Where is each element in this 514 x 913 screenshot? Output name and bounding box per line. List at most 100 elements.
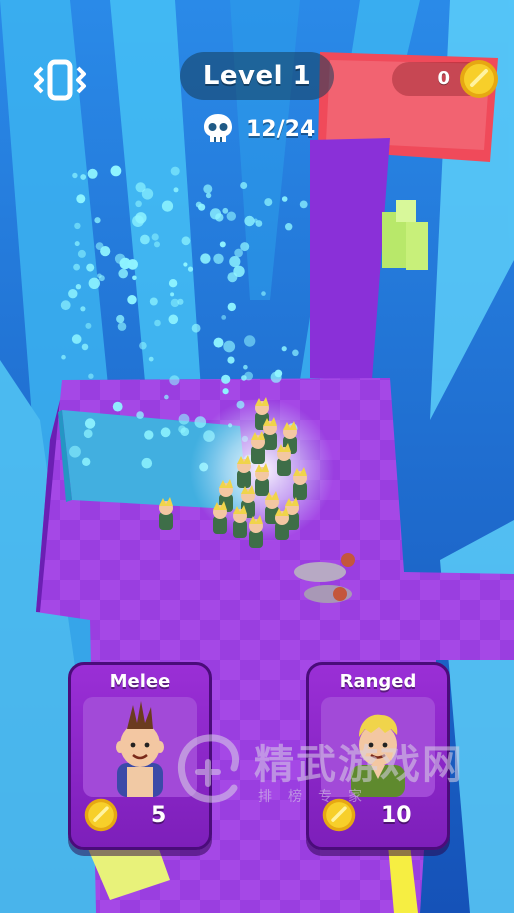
splash-particle bbox=[135, 212, 147, 224]
vibration-icon bbox=[34, 59, 86, 101]
splash-particle bbox=[112, 401, 123, 412]
splash-particle bbox=[244, 371, 254, 381]
level-label: Level 1 bbox=[202, 61, 312, 91]
splash-particle bbox=[139, 341, 147, 350]
splash-particle bbox=[141, 457, 153, 469]
crowd-soldier bbox=[251, 431, 265, 464]
splash-particle bbox=[170, 292, 175, 297]
splash-particle bbox=[168, 314, 179, 325]
splash-particle bbox=[154, 319, 161, 327]
splash-particle bbox=[127, 259, 138, 270]
splash-particle bbox=[281, 346, 287, 352]
splash-particle bbox=[160, 427, 171, 438]
crowd-soldier bbox=[275, 507, 289, 540]
splash-particle bbox=[132, 275, 137, 281]
coin-icon bbox=[460, 60, 498, 98]
splash-particle bbox=[240, 182, 248, 189]
coin-icon bbox=[322, 798, 356, 832]
splash-particle bbox=[69, 445, 81, 458]
splash-particle bbox=[222, 207, 229, 214]
splash-particle bbox=[154, 241, 160, 248]
splash-particle bbox=[88, 277, 101, 289]
melee-card-title: Melee bbox=[109, 671, 171, 692]
splash-particle bbox=[95, 242, 104, 251]
splash-particle bbox=[213, 253, 224, 264]
splash-particle bbox=[261, 291, 266, 296]
splash-particle bbox=[149, 297, 158, 306]
splash-particle bbox=[181, 236, 191, 246]
splash-particle bbox=[127, 295, 137, 305]
splash-particle bbox=[169, 375, 180, 386]
splash-particle bbox=[83, 429, 93, 439]
splash-particle bbox=[116, 314, 125, 324]
splash-particle bbox=[144, 430, 154, 440]
splash-particle bbox=[81, 343, 89, 351]
splash-particle bbox=[240, 242, 250, 252]
splash-particle bbox=[221, 374, 231, 384]
ranged-card-title: Ranged bbox=[339, 671, 417, 692]
kill-counter: 12/24 bbox=[200, 110, 315, 148]
level-indicator: Level 1 bbox=[180, 52, 334, 100]
splash-particle bbox=[200, 253, 211, 264]
splash-particle bbox=[187, 266, 194, 272]
splash-particle bbox=[203, 184, 213, 194]
splash-particle bbox=[191, 323, 201, 333]
crowd-soldier bbox=[293, 467, 307, 500]
splash-particle bbox=[98, 275, 105, 282]
splash-particle bbox=[80, 306, 86, 312]
splash-particle bbox=[60, 300, 71, 311]
vibration-toggle[interactable] bbox=[32, 58, 88, 102]
splash-particle bbox=[140, 234, 150, 245]
coin-count: 0 bbox=[437, 68, 450, 89]
crowd-soldier bbox=[233, 505, 247, 538]
crowd-soldier bbox=[277, 443, 291, 476]
kill-count: 12/24 bbox=[246, 116, 316, 142]
splash-particle bbox=[299, 200, 308, 209]
splash-particle bbox=[77, 249, 86, 258]
splash-particle bbox=[80, 174, 87, 180]
melee-card[interactable]: Melee 5 bbox=[68, 662, 212, 850]
splash-particle bbox=[223, 340, 236, 353]
splash-particle bbox=[229, 256, 241, 268]
splash-particle bbox=[281, 196, 288, 202]
splash-particle bbox=[72, 172, 78, 179]
splash-particle bbox=[118, 268, 128, 279]
crowd-soldier bbox=[249, 515, 263, 548]
splash-particle bbox=[151, 233, 159, 241]
splash-particle bbox=[82, 457, 91, 466]
splash-particle bbox=[75, 284, 82, 290]
crowd-soldier bbox=[255, 463, 269, 496]
splash-particle bbox=[135, 182, 146, 193]
splash-particle bbox=[71, 334, 82, 344]
splash-particle bbox=[85, 322, 92, 329]
splash-particle bbox=[94, 217, 101, 224]
splash-particle bbox=[74, 241, 80, 247]
splash-particle bbox=[178, 425, 186, 434]
crowd-soldier bbox=[159, 497, 173, 530]
splash-particle bbox=[285, 223, 293, 231]
splash-particle bbox=[221, 315, 227, 320]
skull-icon bbox=[204, 114, 232, 142]
melee-price-value: 5 bbox=[151, 803, 167, 828]
splash-particle bbox=[227, 302, 236, 312]
coin-counter: 0 bbox=[392, 60, 498, 98]
splash-particle bbox=[244, 335, 256, 347]
splash-particle bbox=[87, 168, 98, 179]
splash-particle bbox=[178, 413, 190, 425]
splash-particle bbox=[234, 248, 243, 258]
splash-particle bbox=[170, 166, 180, 176]
splash-particle bbox=[244, 215, 255, 227]
splash-particle bbox=[226, 211, 236, 221]
ranged-card[interactable]: Ranged 10 bbox=[306, 662, 450, 850]
crowd-soldier bbox=[213, 501, 227, 534]
splash-particle bbox=[84, 418, 96, 429]
blond-archer-portrait bbox=[321, 697, 435, 797]
splash-particle bbox=[243, 364, 248, 370]
crowd-soldier bbox=[237, 455, 251, 488]
splash-particle bbox=[148, 356, 154, 362]
splash-particle bbox=[170, 298, 180, 308]
splash-particle bbox=[68, 289, 78, 299]
splash-particle bbox=[76, 194, 86, 204]
coin-icon bbox=[84, 798, 118, 832]
splash-particle bbox=[222, 388, 229, 395]
